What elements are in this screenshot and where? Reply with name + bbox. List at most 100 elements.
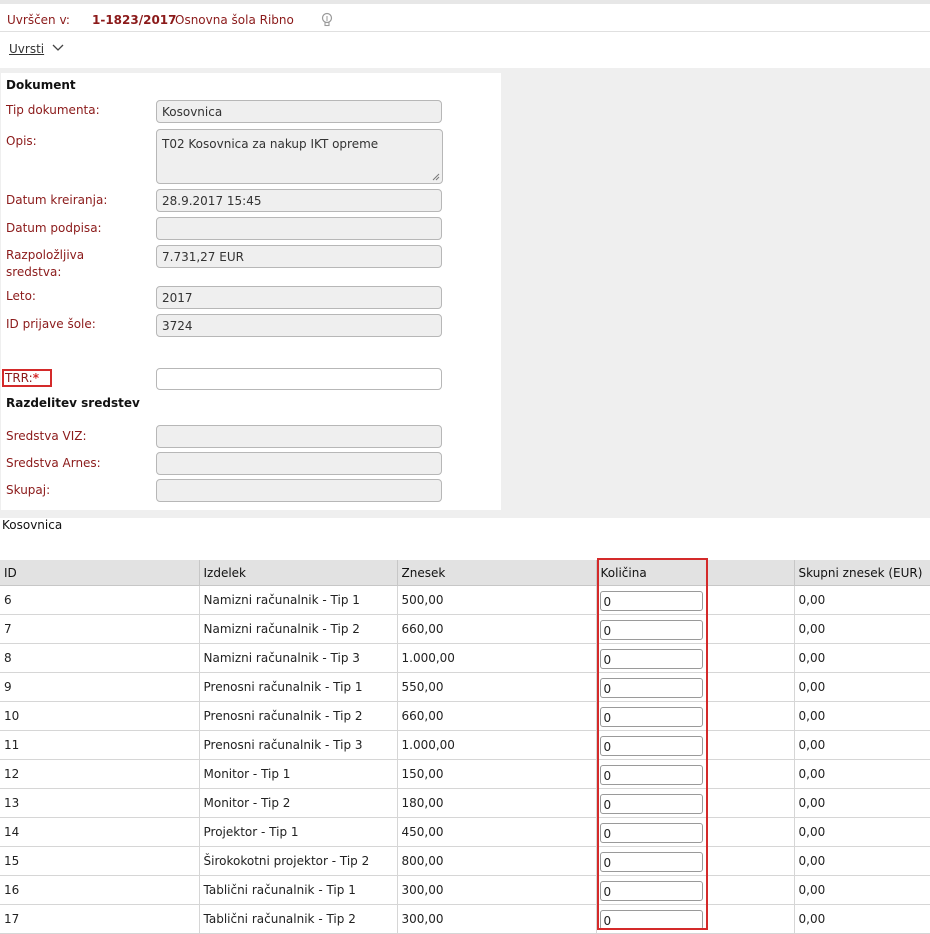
kolicina-input[interactable]: 0 xyxy=(599,881,703,901)
row-znesek: 550,00 xyxy=(397,672,597,702)
row-izdelek: Prenosni računalnik - Tip 2 xyxy=(199,701,398,731)
kolicina-input[interactable]: 0 xyxy=(599,736,703,756)
kolicina-input[interactable]: 0 xyxy=(599,591,703,611)
row-kolicina-cell: 0 xyxy=(596,788,795,818)
lightbulb-icon[interactable] xyxy=(320,12,334,28)
table-row: 8 Namizni računalnik - Tip 3 1.000,00 0 0,00 xyxy=(0,643,930,673)
kolicina-input[interactable]: 0 xyxy=(599,649,703,669)
table-row: 12 Monitor - Tip 1 150,00 0 0,00 xyxy=(0,759,930,789)
id-prijave-label: ID prijave šole: xyxy=(6,317,96,331)
row-znesek: 1.000,00 xyxy=(397,730,597,760)
razdelitev-section-title: Razdelitev sredstev xyxy=(6,396,140,410)
row-kolicina-cell: 0 xyxy=(596,846,795,876)
datum-podpisa-label: Datum podpisa: xyxy=(6,221,102,235)
row-skupni: 0,00 xyxy=(794,817,930,847)
placed-in-number[interactable]: 1-1823/2017 xyxy=(92,13,177,27)
tip-dokumenta-label: Tip dokumenta: xyxy=(6,103,100,117)
header-divider xyxy=(0,31,930,32)
row-id: 17 xyxy=(0,904,200,934)
row-znesek: 500,00 xyxy=(397,585,597,615)
row-znesek: 450,00 xyxy=(397,817,597,847)
row-izdelek: Namizni računalnik - Tip 1 xyxy=(199,585,398,615)
column-header-kolicina[interactable]: Količina xyxy=(596,560,795,586)
sredstva-arnes-field xyxy=(156,452,442,475)
row-skupni: 0,00 xyxy=(794,846,930,876)
tip-dokumenta-field: Kosovnica xyxy=(156,100,442,123)
table-row: 11 Prenosni računalnik - Tip 3 1.000,00 0 0,… xyxy=(0,730,930,760)
uvrsti-dropdown[interactable]: Uvrsti xyxy=(9,42,44,56)
row-znesek: 300,00 xyxy=(397,904,597,934)
kolicina-input[interactable]: 0 xyxy=(599,910,703,930)
sredstva-viz-label: Sredstva VIZ: xyxy=(6,429,87,443)
kolicina-input[interactable]: 0 xyxy=(599,678,703,698)
kolicina-input[interactable]: 0 xyxy=(599,823,703,843)
razpolozljiva-label-line1: Razpoložljiva xyxy=(6,248,85,262)
chevron-down-icon[interactable] xyxy=(52,43,64,53)
table-row: 10 Prenosni računalnik - Tip 2 660,00 0 0,00 xyxy=(0,701,930,731)
column-header-skupni[interactable]: Skupni znesek (EUR) xyxy=(794,560,930,586)
razpolozljiva-field: 7.731,27 EUR xyxy=(156,245,442,268)
row-id: 7 xyxy=(0,614,200,644)
row-id: 8 xyxy=(0,643,200,673)
kolicina-input[interactable]: 0 xyxy=(599,707,703,727)
column-header-izdelek[interactable]: Izdelek xyxy=(199,560,398,586)
kosovnica-title: Kosovnica xyxy=(2,518,63,532)
row-izdelek: Monitor - Tip 1 xyxy=(199,759,398,789)
trr-label: TRR:* xyxy=(5,371,39,385)
resize-handle-icon[interactable] xyxy=(432,173,440,181)
row-izdelek: Namizni računalnik - Tip 3 xyxy=(199,643,398,673)
row-id: 9 xyxy=(0,672,200,702)
datum-podpisa-field xyxy=(156,217,442,240)
table-row: 9 Prenosni računalnik - Tip 1 550,00 0 0,00 xyxy=(0,672,930,702)
sredstva-arnes-label: Sredstva Arnes: xyxy=(6,456,101,470)
kosovnica-table: ID Izdelek Znesek Količina Skupni znesek… xyxy=(0,560,930,934)
row-izdelek: Tablični računalnik - Tip 2 xyxy=(199,904,398,934)
opis-label: Opis: xyxy=(6,134,37,148)
row-kolicina-cell: 0 xyxy=(596,730,795,760)
row-znesek: 300,00 xyxy=(397,875,597,905)
skupaj-field xyxy=(156,479,442,502)
column-header-znesek[interactable]: Znesek xyxy=(397,560,597,586)
row-skupni: 0,00 xyxy=(794,759,930,789)
row-znesek: 660,00 xyxy=(397,614,597,644)
kolicina-input[interactable]: 0 xyxy=(599,852,703,872)
skupaj-label: Skupaj: xyxy=(6,483,51,497)
column-header-id[interactable]: ID xyxy=(0,560,200,586)
row-kolicina-cell: 0 xyxy=(596,585,795,615)
trr-label-text: TRR: xyxy=(5,371,33,385)
razpolozljiva-label-line2: sredstva: xyxy=(6,265,62,279)
opis-textarea: T02 Kosovnica za nakup IKT opreme xyxy=(156,129,443,184)
trr-input[interactable] xyxy=(156,368,442,390)
row-izdelek: Tablični računalnik - Tip 1 xyxy=(199,875,398,905)
row-kolicina-cell: 0 xyxy=(596,759,795,789)
document-section-title: Dokument xyxy=(6,78,76,92)
row-izdelek: Širokokotni projektor - Tip 2 xyxy=(199,846,398,876)
kolicina-input[interactable]: 0 xyxy=(599,765,703,785)
placed-in-label: Uvrščen v: xyxy=(7,13,70,27)
table-row: 17 Tablični računalnik - Tip 2 300,00 0 0,00 xyxy=(0,904,930,934)
placed-in-name[interactable]: Osnovna šola Ribno xyxy=(175,13,294,27)
row-izdelek: Namizni računalnik - Tip 2 xyxy=(199,614,398,644)
leto-field: 2017 xyxy=(156,286,442,309)
row-id: 12 xyxy=(0,759,200,789)
row-izdelek: Projektor - Tip 1 xyxy=(199,817,398,847)
kolicina-input[interactable]: 0 xyxy=(599,794,703,814)
row-id: 13 xyxy=(0,788,200,818)
row-id: 14 xyxy=(0,817,200,847)
leto-label: Leto: xyxy=(6,289,36,303)
row-id: 11 xyxy=(0,730,200,760)
row-znesek: 150,00 xyxy=(397,759,597,789)
opis-value: T02 Kosovnica za nakup IKT opreme xyxy=(162,137,379,151)
placement-header: Uvrščen v: 1-1823/2017 Osnovna šola Ribn… xyxy=(0,4,930,34)
row-id: 15 xyxy=(0,846,200,876)
row-skupni: 0,00 xyxy=(794,904,930,934)
kolicina-input[interactable]: 0 xyxy=(599,620,703,640)
id-prijave-field: 3724 xyxy=(156,314,442,337)
table-row: 15 Širokokotni projektor - Tip 2 800,00 0 0,… xyxy=(0,846,930,876)
row-znesek: 660,00 xyxy=(397,701,597,731)
row-skupni: 0,00 xyxy=(794,643,930,673)
row-kolicina-cell: 0 xyxy=(596,817,795,847)
row-id: 6 xyxy=(0,585,200,615)
table-row: 14 Projektor - Tip 1 450,00 0 0,00 xyxy=(0,817,930,847)
table-row: 13 Monitor - Tip 2 180,00 0 0,00 xyxy=(0,788,930,818)
